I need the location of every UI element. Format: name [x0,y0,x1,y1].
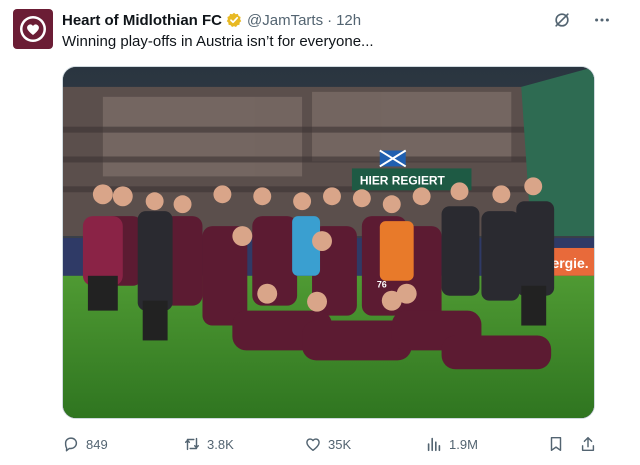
avatar[interactable] [13,9,53,49]
like-button[interactable]: 35K [304,433,351,455]
handle[interactable]: @JamTarts [247,12,323,29]
top-actions [552,10,612,30]
reply-icon [64,437,78,452]
tweet-text: Winning play-offs in Austria isn’t for e… [62,33,374,50]
retweet-button[interactable]: 3.8K [183,433,234,455]
club-crest-icon [20,16,46,42]
reply-button[interactable]: 849 [62,433,108,455]
separator-dot: · [327,11,333,29]
views-button[interactable]: 1.9M [425,433,478,455]
views-icon [427,437,441,452]
bookmark-button[interactable] [547,433,565,455]
grok-icon[interactable] [552,10,572,30]
view-count: 1.9M [449,436,478,452]
tweet-photo[interactable]: HIER REGIERT energie. 76 [62,66,595,419]
timestamp[interactable]: 12h [336,12,361,29]
reply-count: 849 [86,436,108,452]
like-count: 35K [328,436,352,452]
banner-text: HIER REGIERT [360,173,446,187]
more-icon[interactable] [592,10,612,30]
jersey-number: 76 [377,280,387,290]
bookmark-icon [550,436,562,452]
tweet-actions: 849 3.8K 35K 1.9M [62,433,595,455]
share-button[interactable] [579,433,597,455]
share-icon [581,436,595,452]
display-name[interactable]: Heart of Midlothian FC [62,12,222,29]
team-celebration-photo: HIER REGIERT energie. 76 [63,67,594,418]
retweet-count: 3.8K [207,436,234,452]
heart-icon [306,438,320,452]
retweet-icon [184,437,200,451]
tweet-header: Heart of Midlothian FC @JamTarts · 12h [62,10,361,30]
verified-badge-icon [226,12,242,28]
